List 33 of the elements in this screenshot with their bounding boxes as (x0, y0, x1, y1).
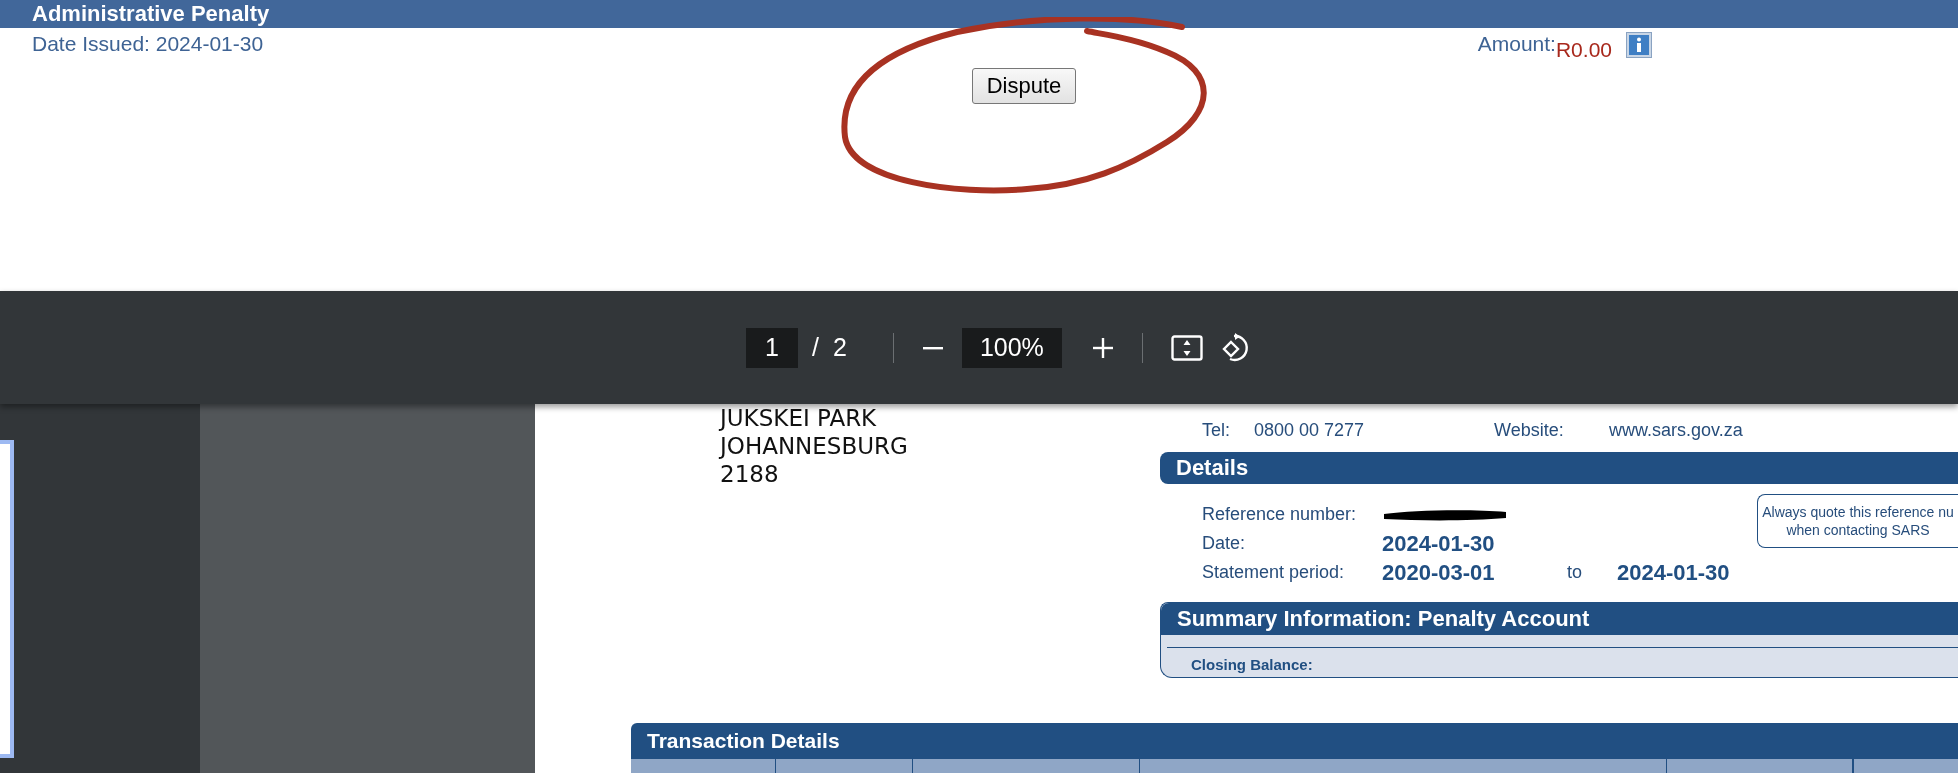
range-joiner: to (1567, 562, 1583, 583)
contact-value: www.sars.gov.za (1609, 419, 1744, 441)
summary-label: Closing Balance: (1190, 655, 1314, 673)
note-line: Always quote this reference nu (1762, 503, 1954, 521)
info-icon[interactable] (1626, 32, 1652, 58)
field-value: 2024-01-30 (1617, 559, 1731, 586)
field-label: Reference number: (1202, 504, 1358, 525)
summary-heading: Summary Information: Penalty Account (1161, 603, 1958, 635)
zoom-in-icon[interactable] (1091, 336, 1114, 359)
field-label: Date: (1202, 533, 1247, 554)
section-title: Administrative Penalty (32, 1, 270, 27)
contact-label: Tel: (1202, 419, 1231, 441)
field-label: Statement period: (1202, 562, 1346, 583)
fit-page-icon[interactable] (1170, 334, 1203, 361)
contact-value: 0800 00 7277 (1254, 419, 1366, 441)
page-number-field[interactable]: 1 (746, 327, 798, 368)
field-value: 2020-03-01 (1382, 559, 1496, 586)
dispute-button[interactable]: Dispute (971, 68, 1077, 104)
field-value: 2024-01-30 (1382, 530, 1496, 557)
date-issued: Date Issued: 2024-01-30 (32, 32, 264, 57)
transactions-heading: Transaction Details (631, 723, 1958, 759)
note-line: when contacting SARS (1786, 521, 1930, 539)
contact-label: Website: (1494, 419, 1565, 441)
address-line: 2188 (720, 460, 780, 488)
page-thumbnail[interactable] (0, 440, 14, 758)
amount-label: Amount: (1477, 32, 1556, 56)
amount-value: R0.00 (1555, 38, 1612, 62)
page-separator: / (812, 333, 819, 362)
zoom-level-field[interactable]: 100% (961, 327, 1062, 368)
details-heading: Details (1160, 452, 1958, 484)
page-total: 2 (832, 333, 847, 362)
address-line: JUKSKEI PARK (720, 404, 878, 432)
address-line: JOHANNESBURG (720, 432, 909, 460)
